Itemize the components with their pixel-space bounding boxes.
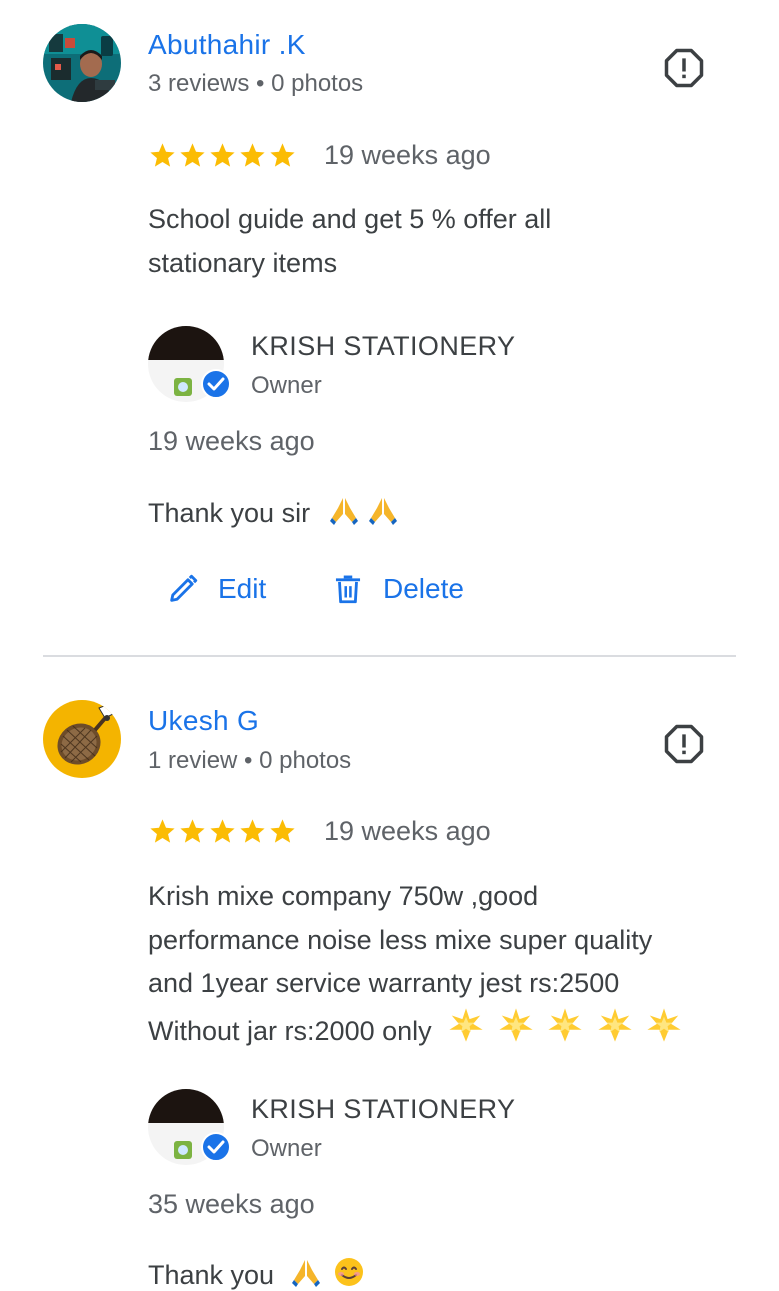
smiling-face-icon (335, 1258, 364, 1286)
reviewer-avatar[interactable] (43, 24, 121, 102)
reviewer-meta: 3 reviews • 0 photos (148, 70, 364, 97)
delete-button[interactable]: Delete (331, 572, 464, 606)
pencil-icon (170, 574, 198, 602)
owner-avatar (148, 326, 231, 402)
star-rating (148, 817, 297, 846)
star-icon (270, 143, 295, 167)
star-icon (150, 819, 175, 843)
glowing-star-icon (598, 1007, 632, 1042)
glowing-star-icon (548, 1007, 582, 1042)
edit-label: Edit (218, 573, 267, 604)
star-icon (240, 819, 265, 843)
review-text-line-with-emoji: Without jar rs:2000 only (148, 1006, 768, 1054)
owner-role: Owner (251, 1135, 322, 1162)
glowing-star-icon (449, 1007, 483, 1042)
star-rating (148, 141, 297, 170)
review-text-line: stationary items (148, 247, 338, 278)
star-icon (240, 143, 265, 167)
owner-reply: Thank you sir (148, 494, 399, 529)
reviewer-name[interactable]: Ukesh G (148, 705, 259, 737)
report-review-button[interactable] (660, 720, 708, 768)
star-icon (210, 143, 235, 167)
owner-reply-time: 19 weeks ago (148, 426, 315, 456)
owner-reply: Thank you (148, 1256, 365, 1291)
folded-hands-icon (329, 498, 358, 525)
reviewer-meta: 1 review • 0 photos (148, 747, 352, 774)
star-icon (210, 819, 235, 843)
report-review-button[interactable] (660, 44, 708, 92)
review-time: 19 weeks ago (324, 816, 491, 846)
owner-role: Owner (251, 372, 322, 399)
reviewer-name[interactable]: Abuthahir .K (148, 29, 306, 61)
review-text: School guide and get 5 % offer all stati… (148, 198, 748, 285)
review-text-line: Krish mixe company 750w ,good (148, 881, 539, 911)
edit-button[interactable]: Edit (166, 572, 266, 606)
review-text-line: School guide and get 5 % offer all (148, 204, 552, 234)
alert-octagon-icon (664, 48, 704, 88)
alert-octagon-icon (664, 724, 704, 764)
review-text-line: performance noise less mixe super qualit… (148, 924, 653, 955)
glowing-star-icon (647, 1007, 681, 1042)
star-icon (180, 819, 205, 843)
delete-label: Delete (383, 573, 464, 604)
review-text: Krish mixe company 750w ,good performanc… (148, 875, 768, 1053)
owner-avatar (148, 1089, 231, 1165)
owner-name: KRISH STATIONERY (251, 1094, 516, 1124)
owner-name: KRISH STATIONERY (251, 331, 516, 361)
divider (43, 655, 736, 657)
review-time: 19 weeks ago (324, 140, 491, 170)
review-text-line: Without jar rs:2000 only (148, 1015, 432, 1046)
owner-reply-time: 35 weeks ago (148, 1189, 315, 1219)
folded-hands-icon (291, 1260, 320, 1287)
star-icon (270, 819, 295, 843)
owner-reply-text: Thank you sir (148, 498, 311, 528)
trash-icon (335, 575, 361, 604)
reviewer-avatar[interactable] (43, 700, 121, 778)
owner-reply-text: Thank you (148, 1260, 275, 1290)
star-icon (180, 143, 205, 167)
review-text-line: and 1year service warranty jest rs:2500 (148, 968, 620, 998)
folded-hands-icon (369, 498, 398, 525)
glowing-star-icon (499, 1007, 533, 1042)
star-icon (150, 143, 175, 167)
